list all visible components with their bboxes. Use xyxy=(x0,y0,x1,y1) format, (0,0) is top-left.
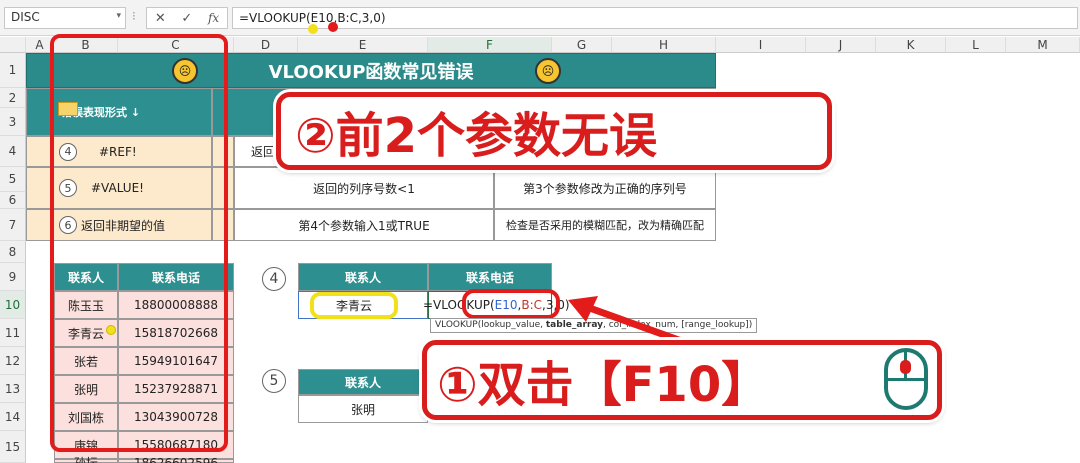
col-header-k[interactable]: K xyxy=(876,37,946,53)
col-header-f[interactable]: F xyxy=(428,37,552,53)
row-header-6[interactable]: 6 xyxy=(0,192,26,209)
lookup-header-name: 联系人 xyxy=(298,263,428,291)
row-header-13[interactable]: 13 xyxy=(0,375,26,403)
col-header-i[interactable]: I xyxy=(716,37,806,53)
col-header-j[interactable]: J xyxy=(806,37,876,53)
col-header-e[interactable]: E xyxy=(298,37,428,53)
insert-function-icon[interactable]: fx xyxy=(208,11,219,25)
row-header-11[interactable]: 11 xyxy=(0,319,26,347)
name-box[interactable]: DISC ▾ xyxy=(4,7,126,29)
contact-name-partial: 孙坛 xyxy=(73,456,98,463)
circled-number-icon: 4 xyxy=(262,267,286,291)
tooltip-fn: VLOOKUP(lookup_value, xyxy=(435,320,546,330)
fix-text: 第3个参数修改为正确的序列号 xyxy=(523,181,687,196)
fix-text: 检查是否采用的模糊匹配，改为精确匹配 xyxy=(506,219,704,232)
row-header-2[interactable]: 2 xyxy=(0,88,26,108)
callout-bottom-text: ①双击【F10】 xyxy=(437,357,770,413)
highlight-frame-bc xyxy=(50,34,228,452)
mouse-icon xyxy=(884,348,928,410)
title-text: VLOOKUP函数常见错误 xyxy=(268,61,474,83)
cancel-icon[interactable]: ✕ xyxy=(155,11,166,26)
row-header-3[interactable]: 3 xyxy=(0,108,26,136)
row-header-10[interactable]: 10 xyxy=(0,291,26,319)
cause-text: 返回的列序号数<1 xyxy=(313,181,415,196)
row-header-4[interactable]: 4 xyxy=(0,136,26,167)
cause-text: 返回 xyxy=(251,145,276,159)
row-header-1[interactable]: 1 xyxy=(0,53,26,88)
lookup-name-text: 李青云 xyxy=(335,299,372,313)
row-header-7[interactable]: 7 xyxy=(0,209,26,241)
example5-name[interactable]: 张明 xyxy=(298,395,428,423)
fix-cell: 检查是否采用的模糊匹配，改为精确匹配 xyxy=(494,209,716,241)
callout-top-text: ②前2个参数无误 xyxy=(295,108,658,164)
formula-actions: ✕ ✓ fx xyxy=(146,7,228,29)
callout-bottom: ①双击【F10】 xyxy=(422,340,942,420)
circled-number-icon: 5 xyxy=(262,369,286,393)
select-all-corner[interactable] xyxy=(0,37,26,53)
col-header-l[interactable]: L xyxy=(946,37,1006,53)
row-header-12[interactable]: 12 xyxy=(0,347,26,375)
row-header-5[interactable]: 5 xyxy=(0,167,26,192)
col-header-m[interactable]: M xyxy=(1006,37,1080,53)
contact-phone-partial: 18626602596 xyxy=(134,456,218,463)
row-header-15[interactable]: 15 xyxy=(0,431,26,463)
row-header-14[interactable]: 14 xyxy=(0,403,26,431)
name-box-value: DISC xyxy=(11,10,40,24)
formula-args-highlight xyxy=(462,289,560,319)
example5-header: 联系人 xyxy=(298,369,428,395)
lookup-name-value: 李青云 xyxy=(310,292,398,319)
yellow-marker-icon xyxy=(308,24,318,34)
sad-face-icon: ☹ xyxy=(535,58,561,84)
check-icon[interactable]: ✓ xyxy=(181,11,192,26)
formula-input[interactable]: =VLOOKUP(E10,B:C,3,0) xyxy=(232,7,1078,29)
cause-cell: 第4个参数输入1或TRUE xyxy=(234,209,494,241)
col-header-g[interactable]: G xyxy=(552,37,612,53)
chevron-down-icon[interactable]: ▾ xyxy=(116,11,121,21)
drag-handle-icon[interactable]: ⁝ xyxy=(132,9,137,23)
cause-text: 第4个参数输入1或TRUE xyxy=(298,218,430,233)
row-header-9[interactable]: 9 xyxy=(0,263,26,291)
callout-top: ②前2个参数无误 xyxy=(276,92,832,170)
formula-bar: DISC ▾ ⁝ ✕ ✓ fx =VLOOKUP(E10,B:C,3,0) xyxy=(0,0,1080,36)
row-header-8[interactable]: 8 xyxy=(0,241,26,263)
lookup-header-phone: 联系电话 xyxy=(428,263,552,291)
red-marker-icon xyxy=(328,22,338,32)
col-header-d[interactable]: D xyxy=(234,37,298,53)
col-header-h[interactable]: H xyxy=(612,37,716,53)
fix-cell: 第3个参数修改为正确的序列号 xyxy=(494,167,716,209)
cause-cell: 返回的列序号数<1 xyxy=(234,167,494,209)
